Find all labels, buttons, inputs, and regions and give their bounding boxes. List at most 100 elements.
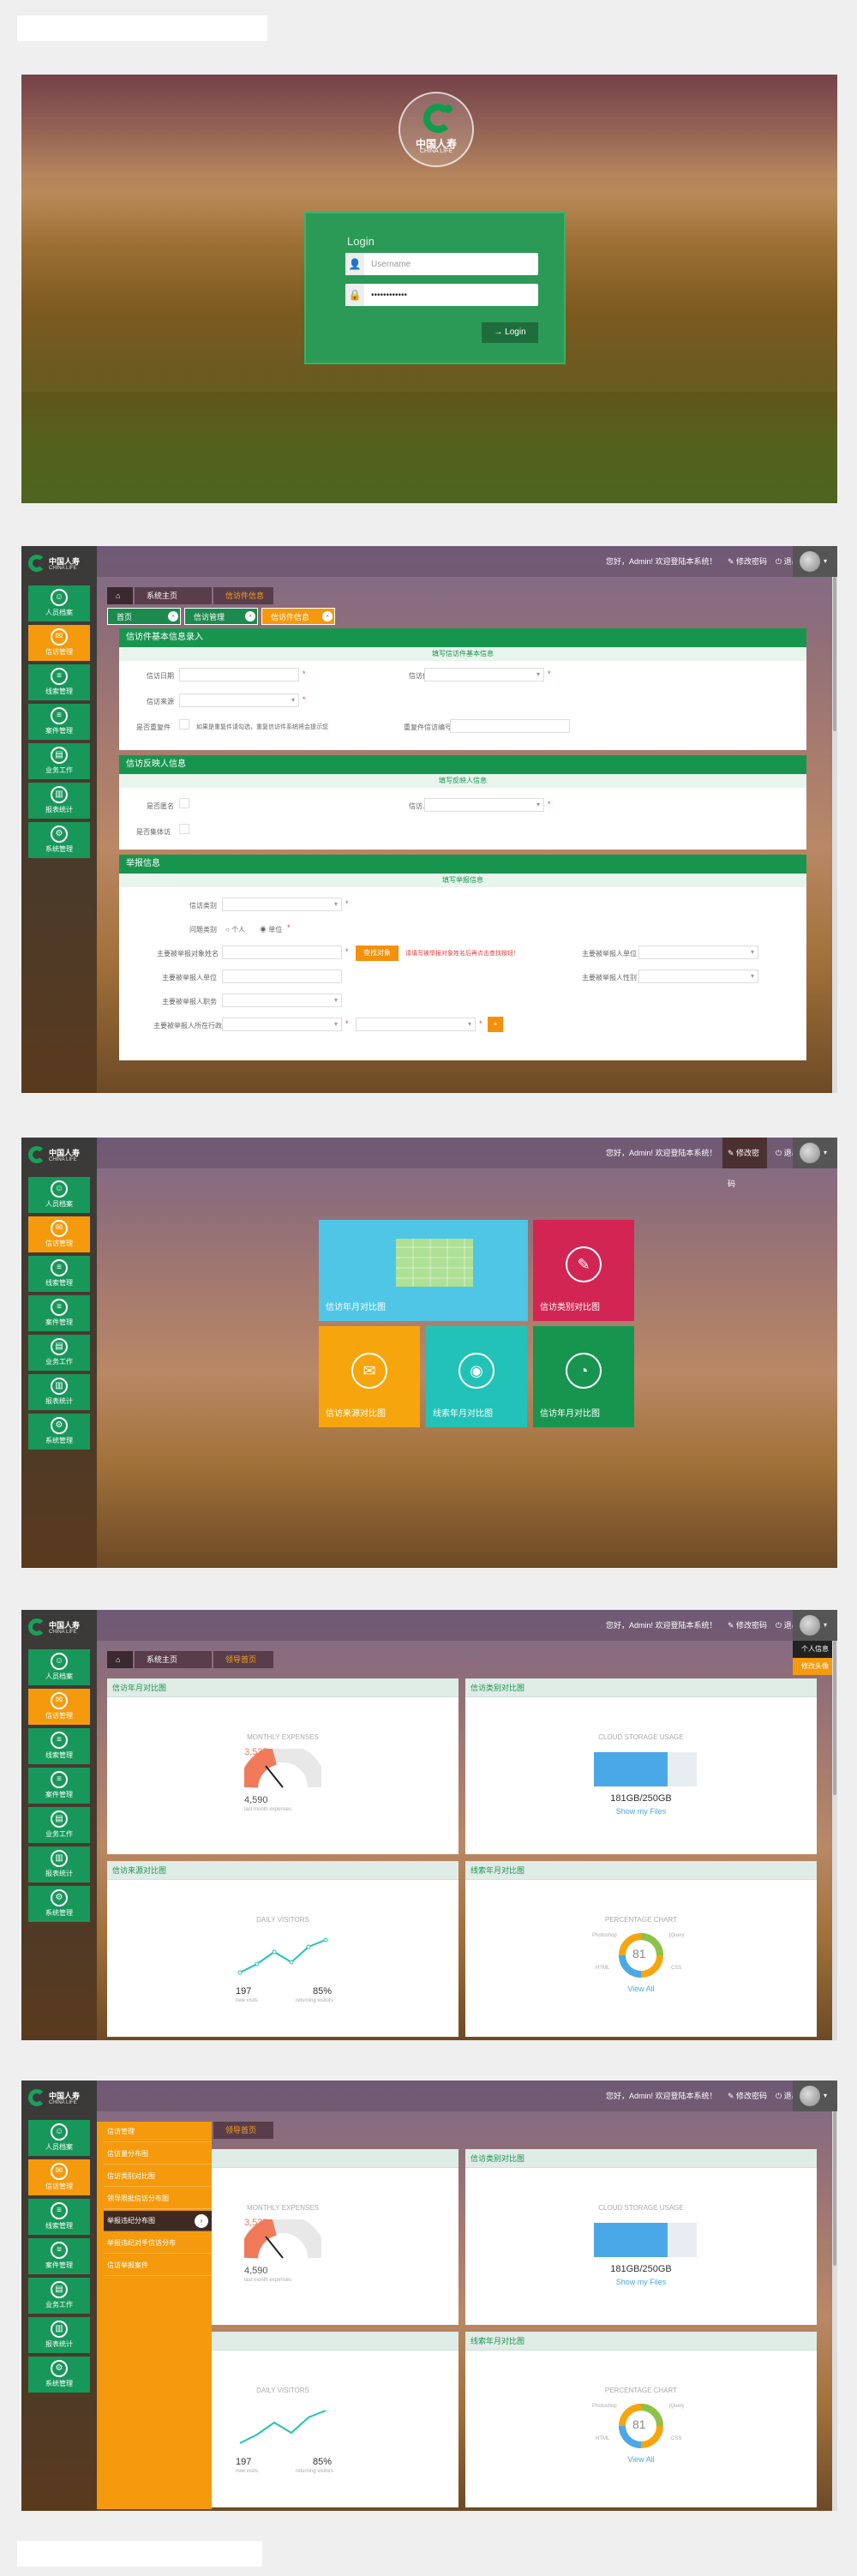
gear-icon: ⚙ [51, 1417, 68, 1434]
find-target-button[interactable]: 查找对象 [356, 946, 399, 961]
nav-clues[interactable]: ≡ 线索管理 [28, 2199, 90, 2235]
nav-system[interactable]: ⚙ 系统管理 [28, 822, 90, 858]
target-name-input[interactable] [222, 946, 342, 959]
menu-avatar[interactable]: 修改头像 [793, 1658, 837, 1675]
nav-business[interactable]: ▤ 业务工作 [28, 1335, 90, 1371]
change-password-link[interactable]: ✎ 修改密码 [722, 1138, 767, 1188]
nav-business[interactable]: ▤ 业务工作 [28, 1807, 90, 1843]
menu-discipline[interactable]: 举报违纪分布图 › [104, 2211, 212, 2231]
avatar [800, 2086, 820, 2106]
add-region-button[interactable]: + [488, 1017, 503, 1032]
change-password-link[interactable]: ✎ 修改密码 [728, 1619, 767, 1630]
tab-petition[interactable]: 信访管理 × [184, 608, 258, 625]
nav-clues[interactable]: ≡ 线索管理 [28, 1728, 90, 1764]
radio-unit[interactable]: ◉ 单位 [260, 925, 282, 934]
nav-system[interactable]: ⚙ 系统管理 [28, 2357, 90, 2393]
menu-cases[interactable]: 信访举报案件 [104, 2255, 212, 2276]
user-menu[interactable]: ▾ [793, 1610, 837, 1641]
nav-system[interactable]: ⚙ 系统管理 [28, 1886, 90, 1922]
list-icon: ≡ [51, 668, 68, 685]
scrollbar[interactable] [832, 2111, 837, 2511]
nav-clues[interactable]: ≡ 线索管理 [28, 1256, 90, 1292]
brand-logo: 中国人寿 CHINA LIFE [25, 551, 93, 577]
show-files-link[interactable]: Show my Files [465, 1807, 817, 1816]
list-icon: ≡ [51, 1771, 68, 1788]
nav-cases[interactable]: ≡ 案件管理 [28, 704, 90, 740]
menu-volume[interactable]: 信访量分布图 [104, 2144, 212, 2165]
nav-reports[interactable]: ▥ 报表统计 [28, 783, 90, 819]
menu-profile[interactable]: 个人信息 [793, 1641, 837, 1658]
view-all-link[interactable]: View All [465, 2455, 817, 2464]
target-gender-select[interactable] [638, 970, 758, 983]
nav-personnel[interactable]: ☺ 人员档案 [28, 2120, 90, 2156]
card-percentage: 线索年月对比图 PERCENTAGE CHART 81 Photoshop jQ… [465, 2332, 817, 2507]
nav-personnel[interactable]: ☺ 人员档案 [28, 585, 90, 621]
nav-business[interactable]: ▤ 业务工作 [28, 2278, 90, 2314]
sidebar: 中国人寿 CHINA LIFE ☺ 人员档案 ✉ 信访管理 ≡ 线索管理 ≡ 案件管理 ▤… [21, 2081, 97, 2511]
login-button[interactable]: → Login [482, 322, 538, 343]
source-select[interactable] [179, 694, 299, 707]
tab-petition-info[interactable]: 信访件信息 × [261, 608, 335, 625]
petition-no-select[interactable] [424, 668, 544, 682]
sidebar: 中国人寿 CHINA LIFE ☺ 人员档案 ✉ 信访管理 ≡ 线索管理 ≡ 案件管理 ▤… [21, 1138, 97, 1568]
target-unit-select[interactable] [638, 946, 758, 959]
scrollbar[interactable] [832, 577, 837, 1093]
username-field[interactable]: 👤 Username [345, 253, 538, 275]
nav-petition[interactable]: ✉ 信访管理 [28, 1216, 90, 1252]
nav-petition[interactable]: ✉ 信访管理 [28, 2159, 90, 2195]
menu-discipline-peer[interactable]: 举报违纪对手信访分布 [104, 2233, 212, 2254]
tile-petition-monthly-2[interactable]: ◔ 信访年月对比图 [533, 1326, 634, 1427]
tab-home[interactable]: 首页 × [107, 608, 181, 625]
nav-cases[interactable]: ≡ 案件管理 [28, 2238, 90, 2274]
nav-reports[interactable]: ▥ 报表统计 [28, 1846, 90, 1882]
nav-cases[interactable]: ≡ 案件管理 [28, 1295, 90, 1331]
nav-cases[interactable]: ≡ 案件管理 [28, 1768, 90, 1804]
mail-icon: ✉ [51, 2163, 68, 2180]
menu-petition[interactable]: 信访管理 [104, 2122, 212, 2142]
change-password-link[interactable]: ✎ 修改密码 [728, 2090, 767, 2101]
status-bar [17, 2541, 262, 2567]
menu-leader[interactable]: 领导限批信访分布图 [104, 2189, 212, 2209]
nav-reports[interactable]: ▥ 报表统计 [28, 1374, 90, 1410]
user-menu[interactable]: ▾ [793, 546, 837, 577]
user-menu[interactable]: ▾ [793, 2081, 837, 2111]
radio-person[interactable]: ○ 个人 [225, 925, 245, 934]
home-icon[interactable]: ⌂ [107, 1651, 133, 1668]
password-field[interactable]: 🔒 •••••••••••• [345, 284, 538, 306]
category-select[interactable] [222, 898, 342, 911]
eye-icon: ◉ [458, 1353, 494, 1389]
date-input[interactable] [179, 668, 299, 682]
nav-system[interactable]: ⚙ 系统管理 [28, 1414, 90, 1450]
nav-petition[interactable]: ✉ 信访管理 [28, 1689, 90, 1725]
tile-clue-monthly[interactable]: ◉ 线索年月对比图 [426, 1326, 527, 1427]
user-menu[interactable]: ▾ [793, 1138, 837, 1168]
nav-business[interactable]: ▤ 业务工作 [28, 743, 90, 779]
group-checkbox[interactable] [179, 824, 189, 834]
tile-petition-category[interactable]: ✎ 信访类别对比图 [533, 1220, 634, 1321]
home-icon[interactable]: ⌂ [107, 587, 133, 604]
anonymous-checkbox[interactable] [179, 798, 189, 808]
brand-logo: 中国人寿 CHINA LIFE [25, 2086, 93, 2111]
tile-petition-monthly[interactable]: 信访年月对比图 [319, 1220, 528, 1321]
target-post-select[interactable] [222, 994, 342, 1007]
nav-personnel[interactable]: ☺ 人员档案 [28, 1177, 90, 1213]
nav-petition[interactable]: ✉ 信访管理 [28, 625, 90, 661]
tile-petition-source[interactable]: ✉ 信访来源对比图 [319, 1326, 420, 1427]
petitioner-count-select[interactable] [424, 798, 544, 812]
repeat-no-input[interactable] [450, 719, 570, 733]
chart-icon: ▥ [51, 2321, 68, 2338]
view-all-link[interactable]: View All [465, 1985, 817, 1993]
gear-icon: ⚙ [51, 1889, 68, 1906]
scrollbar[interactable] [832, 1641, 837, 2040]
change-password-link[interactable]: ✎ 修改密码 [728, 555, 767, 567]
repeat-checkbox[interactable] [179, 719, 189, 730]
region-select-1[interactable] [222, 1018, 342, 1031]
nav-reports[interactable]: ▥ 报表统计 [28, 2317, 90, 2353]
nav-personnel[interactable]: ☺ 人员档案 [28, 1649, 90, 1685]
storage-bar [594, 2223, 697, 2257]
nav-clues[interactable]: ≡ 线索管理 [28, 664, 90, 700]
region-select-2[interactable] [356, 1018, 476, 1031]
target-unit-input[interactable] [222, 970, 342, 983]
show-files-link[interactable]: Show my Files [465, 2278, 817, 2286]
menu-category[interactable]: 信访类别对比图 [104, 2166, 212, 2187]
